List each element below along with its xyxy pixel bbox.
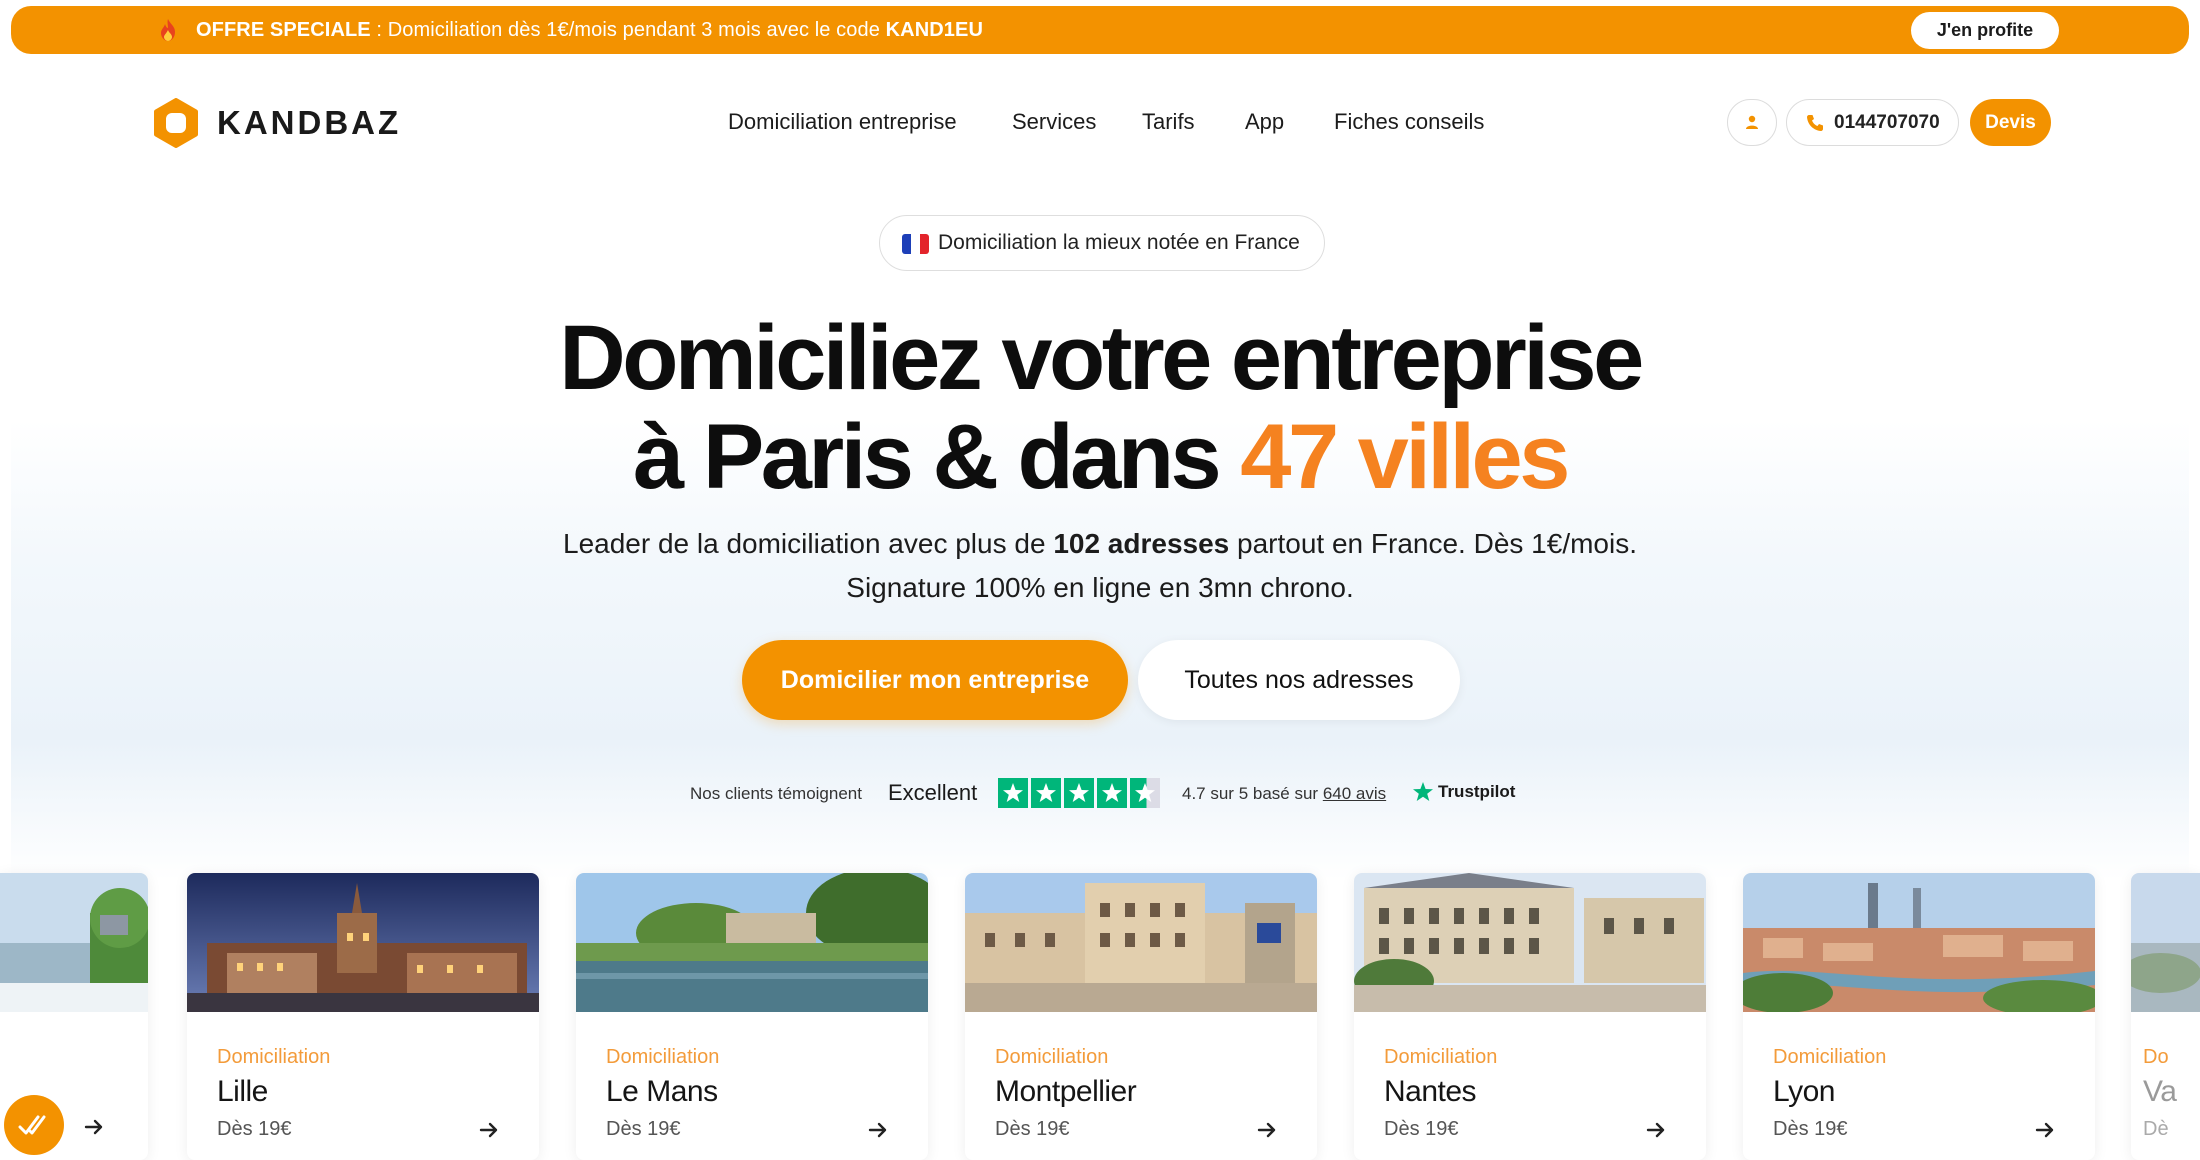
arrow-right-icon[interactable] [477,1118,501,1142]
card-price: Dès 19€ [1384,1118,1459,1140]
city-photo [0,873,148,1012]
card-city: Va [2143,1075,2177,1108]
star-icon [998,778,1028,808]
trustpilot-star-icon [1413,782,1433,801]
card-kicker: Domiciliation [1384,1046,1498,1068]
city-photo-le-mans [576,873,928,1012]
card-city: Lille [217,1075,268,1108]
domicilier-button[interactable]: Domicilier mon entreprise [742,640,1128,720]
trust-reviews-link[interactable]: 640 avis [1323,784,1386,803]
all-addresses-button[interactable]: Toutes nos adresses [1138,640,1460,720]
trust-score-prefix: 4.7 sur 5 basé sur [1182,784,1323,803]
hero-sub1-c: partout en France. Dès 1€/mois. [1229,528,1637,559]
user-icon [1746,115,1758,129]
chat-widget-button[interactable] [4,1095,64,1155]
card-city: Montpellier [995,1075,1137,1108]
card-price: Dès 19€ [606,1118,681,1140]
hero-sub1-a: Leader de la domiciliation avec plus de [563,528,1054,559]
promo-cta-button[interactable]: J'en profite [1911,12,2059,49]
hero-title-line2-prefix: à Paris & dans [633,406,1241,508]
card-kicker: Domiciliation [1773,1046,1887,1068]
trustpilot-brand: Trustpilot [1438,782,1516,801]
city-photo-montpellier [965,873,1317,1012]
fire-icon [161,19,175,41]
rating-badge: Domiciliation la mieux notée en France [879,215,1325,271]
half-star-icon [1130,778,1160,808]
trust-stars [998,778,1160,808]
city-photo-lille [187,873,539,1012]
city-photo-lyon [1743,873,2095,1012]
promo-banner: OFFRE SPECIALE : Domiciliation dès 1€/mo… [11,6,2189,54]
city-photo [2131,873,2200,1012]
arrow-right-icon[interactable] [866,1118,890,1142]
nav-app[interactable]: App [1245,109,1284,135]
card-price: Dès 19€ [995,1118,1070,1140]
promo-prefix: OFFRE SPECIALE [196,19,371,41]
hero-subtitle-line2: Signature 100% en ligne en 3mn chrono. [846,572,1354,603]
nav-services[interactable]: Services [1012,109,1096,135]
promo-text: OFFRE SPECIALE : Domiciliation dès 1€/mo… [196,6,983,54]
star-icon [1097,778,1127,808]
city-card-lille[interactable]: Domiciliation Lille Dès 19€ [187,873,539,1160]
phone-icon [1807,115,1823,131]
city-card-le-mans[interactable]: Domiciliation Le Mans Dès 19€ [576,873,928,1160]
check-marks-icon [18,1115,46,1135]
card-kicker: Do [2143,1046,2169,1068]
star-icon [1064,778,1094,808]
france-flag-icon [902,234,929,254]
account-button[interactable] [1727,99,1777,146]
hero-title-accent: 47 villes [1240,406,1570,508]
arrow-right-icon[interactable] [2033,1118,2057,1142]
card-price: Dès 19€ [217,1118,292,1140]
nav-tarifs[interactable]: Tarifs [1142,109,1195,135]
trustpilot-logo[interactable]: Trustpilot [1412,781,1515,803]
trust-rating-word: Excellent [888,780,978,805]
promo-code: KAND1EU [885,19,983,41]
rating-badge-label: Domiciliation la mieux notée en France [938,231,1300,254]
hero-sub1-b: 102 adresses [1053,528,1230,559]
city-card-montpellier[interactable]: Domiciliation Montpellier Dès 19€ [965,873,1317,1160]
card-city: Le Mans [606,1075,718,1108]
arrow-right-icon[interactable] [1255,1118,1279,1142]
nav-domiciliation[interactable]: Domiciliation entreprise [728,109,957,135]
nav-fiches-conseils[interactable]: Fiches conseils [1334,109,1484,135]
trust-score: 4.7 sur 5 basé sur 640 avis [1182,784,1386,804]
city-photo-nantes [1354,873,1706,1012]
card-price: Dè [2143,1118,2169,1140]
card-price: Dès 19€ [1773,1118,1848,1140]
phone-number: 0144707070 [1834,112,1940,133]
arrow-right-icon[interactable] [1644,1118,1668,1142]
arrow-right-icon[interactable] [82,1115,106,1139]
hero-title-line2: à Paris & dans 47 villes [0,407,2200,507]
card-city: Lyon [1773,1075,1835,1108]
brand-name: KANDBAZ [217,104,402,141]
phone-button[interactable]: 0144707070 [1786,99,1959,146]
card-kicker: Domiciliation [217,1046,331,1068]
card-kicker: Domiciliation [995,1046,1109,1068]
promo-body: : Domiciliation dès 1€/mois pendant 3 mo… [370,19,886,41]
card-kicker: Domiciliation [606,1046,720,1068]
devis-button[interactable]: Devis [1970,99,2051,146]
kandbaz-logo-icon [154,98,198,148]
brand-logo[interactable]: KANDBAZ [151,98,401,148]
city-card-lyon[interactable]: Domiciliation Lyon Dès 19€ [1743,873,2095,1160]
city-card-nantes[interactable]: Domiciliation Nantes Dès 19€ [1354,873,1706,1160]
hero-subtitle-line1: Leader de la domiciliation avec plus de … [0,522,2200,566]
card-city: Nantes [1384,1075,1477,1108]
hero-title-line1: Domiciliez votre entreprise [559,307,1644,409]
trust-lead: Nos clients témoignent [690,784,862,803]
city-card-partial-right[interactable]: Do Va Dè [2131,873,2200,1160]
star-icon [1031,778,1061,808]
